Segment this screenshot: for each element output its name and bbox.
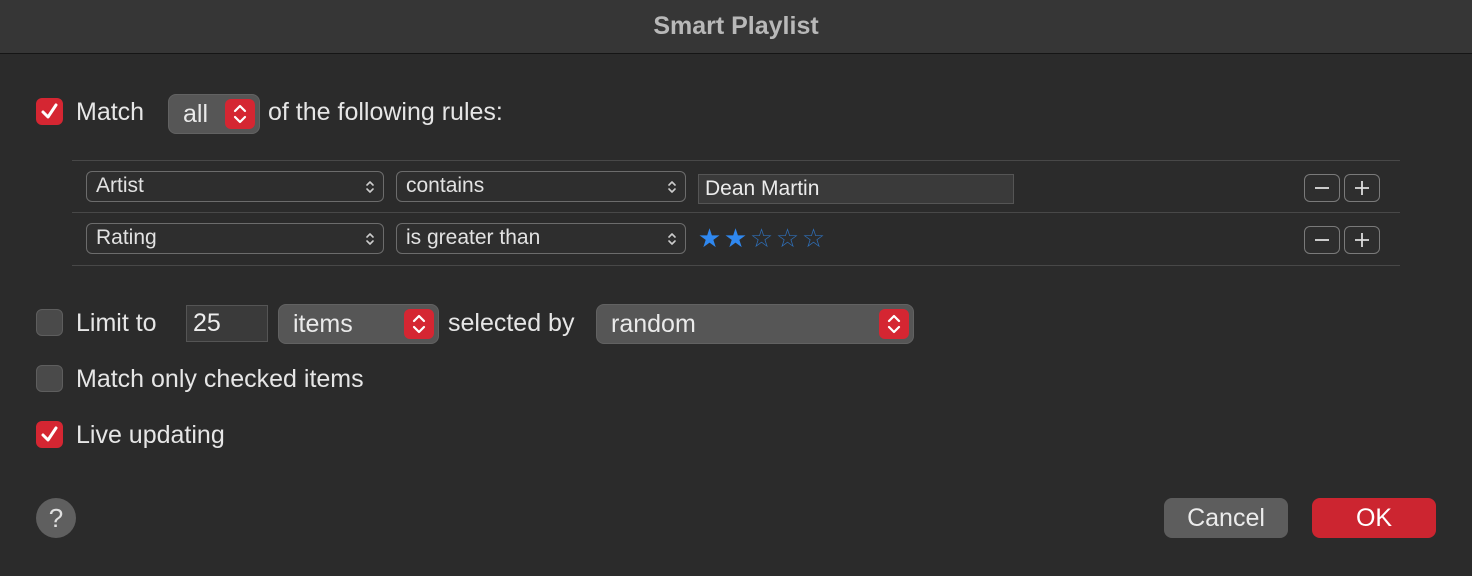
ok-button[interactable]: OK <box>1312 498 1436 538</box>
help-icon: ? <box>48 502 64 533</box>
star-icon[interactable]: ☆ <box>775 225 800 253</box>
title-bar: Smart Playlist <box>0 0 1472 54</box>
checkmark-icon <box>41 103 58 119</box>
minus-icon <box>1315 239 1329 241</box>
rule-1-operator-popup[interactable]: contains <box>396 171 686 202</box>
plus-icon <box>1355 233 1369 247</box>
limit-label: Limit to <box>76 309 157 337</box>
up-down-chevron-icon <box>668 233 676 245</box>
selected-by-value: random <box>611 310 696 338</box>
match-only-checked-label: Match only checked items <box>76 365 364 393</box>
match-mode-value: all <box>183 100 209 128</box>
match-only-checked-checkbox[interactable] <box>36 365 63 392</box>
match-suffix-label: of the following rules: <box>268 98 503 126</box>
rule-1-add-button[interactable] <box>1344 174 1380 202</box>
limit-count-value: 25 <box>193 309 221 337</box>
match-mode-popup[interactable]: all <box>168 94 260 134</box>
rule-1-field-popup[interactable]: Artist <box>86 171 384 202</box>
rule-2-add-button[interactable] <box>1344 226 1380 254</box>
rule-2-field-popup[interactable]: Rating <box>86 223 384 254</box>
checkmark-icon <box>41 426 58 442</box>
help-button[interactable]: ? <box>36 498 76 538</box>
window-title: Smart Playlist <box>653 12 819 40</box>
rule-1-value-field[interactable]: Dean Martin <box>698 174 1014 204</box>
match-checkbox[interactable] <box>36 98 63 125</box>
up-down-chevron-icon <box>225 99 255 129</box>
plus-icon <box>1355 181 1369 195</box>
limit-count-field[interactable]: 25 <box>186 305 268 342</box>
rule-1-value-text: Dean Martin <box>705 177 820 200</box>
rule-1-field-value: Artist <box>96 174 144 197</box>
selected-by-label: selected by <box>448 309 575 337</box>
up-down-chevron-icon <box>404 309 434 339</box>
limit-checkbox[interactable] <box>36 309 63 336</box>
live-updating-checkbox[interactable] <box>36 421 63 448</box>
rule-1-operator-value: contains <box>406 174 485 197</box>
star-icon[interactable]: ☆ <box>801 225 826 253</box>
rule-1-remove-button[interactable] <box>1304 174 1340 202</box>
star-icon[interactable]: ★ <box>723 225 748 253</box>
up-down-chevron-icon <box>879 309 909 339</box>
rule-2-operator-popup[interactable]: is greater than <box>396 223 686 254</box>
rule-2-field-value: Rating <box>96 226 157 249</box>
rule-divider <box>72 212 1400 213</box>
limit-unit-value: items <box>293 310 353 338</box>
up-down-chevron-icon <box>366 233 374 245</box>
rule-2-rating-stars[interactable]: ★ ★ ☆ ☆ ☆ <box>697 225 826 253</box>
limit-unit-popup[interactable]: items <box>278 304 439 344</box>
star-icon[interactable]: ★ <box>697 225 722 253</box>
selected-by-popup[interactable]: random <box>596 304 914 344</box>
match-label: Match <box>76 98 145 126</box>
rule-2-operator-value: is greater than <box>406 226 541 249</box>
minus-icon <box>1315 187 1329 189</box>
star-icon[interactable]: ☆ <box>749 225 774 253</box>
up-down-chevron-icon <box>668 181 676 193</box>
up-down-chevron-icon <box>366 181 374 193</box>
rule-2-remove-button[interactable] <box>1304 226 1340 254</box>
cancel-button[interactable]: Cancel <box>1164 498 1288 538</box>
live-updating-label: Live updating <box>76 421 225 449</box>
